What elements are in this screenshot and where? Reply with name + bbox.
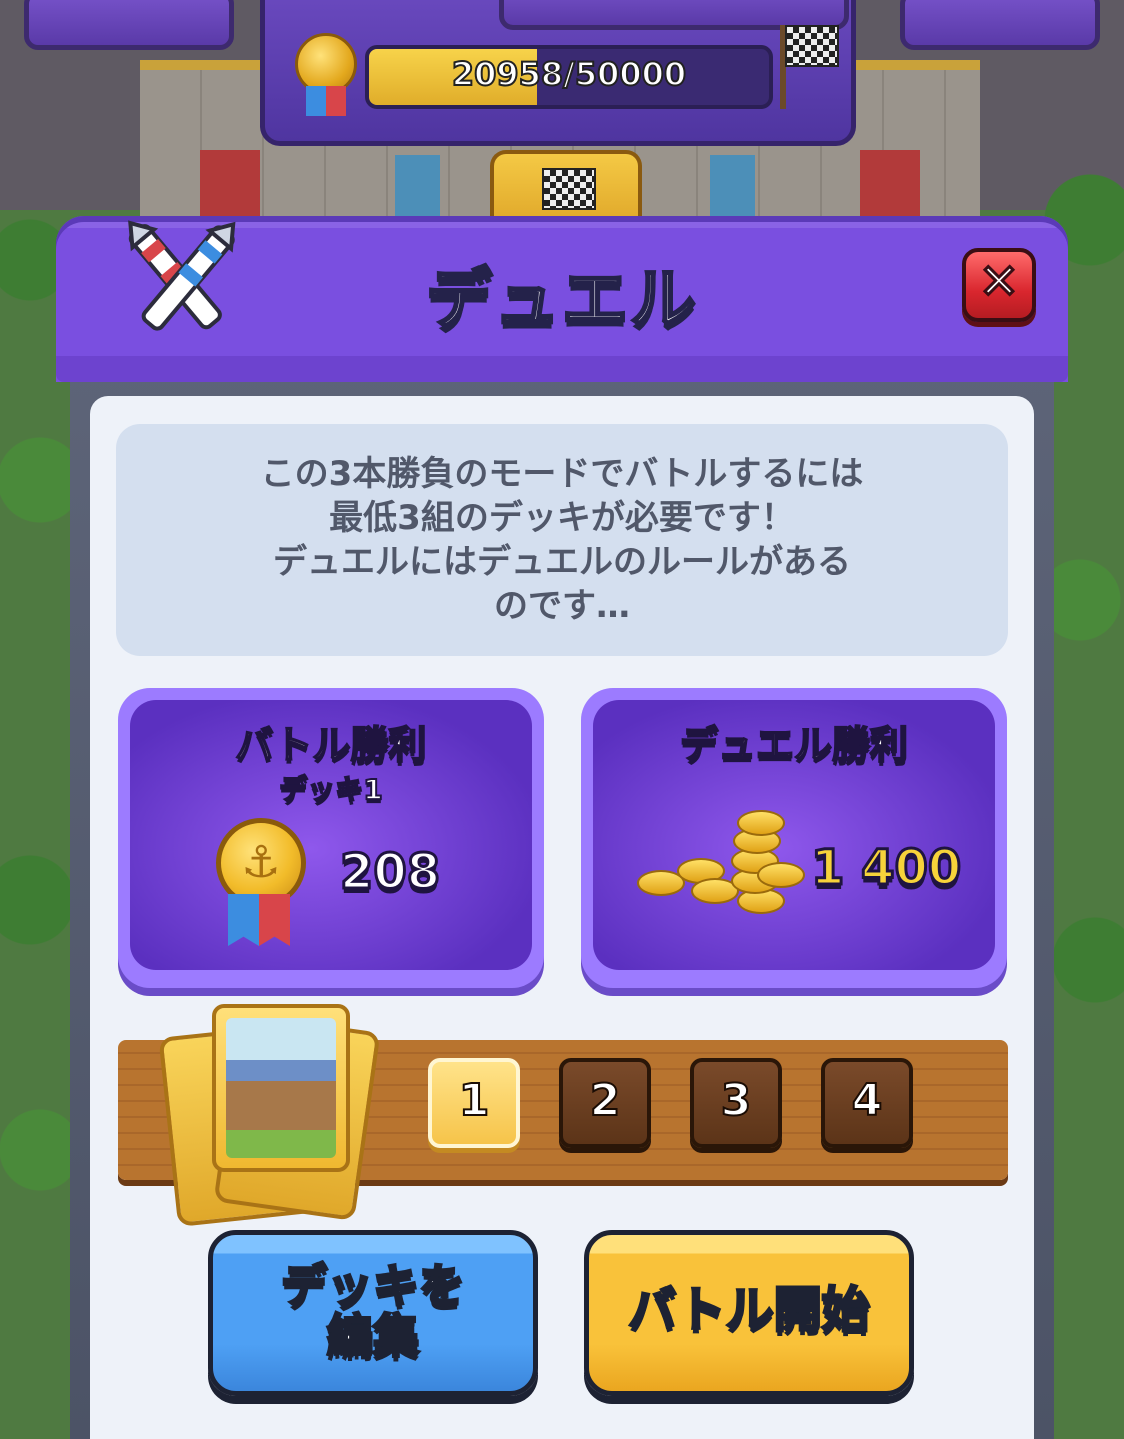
ribbon-icon <box>306 86 346 116</box>
top-left-button[interactable] <box>24 0 234 50</box>
deck-slot-2[interactable]: 2 <box>559 1058 651 1148</box>
edit-deck-label: デッキを 編集 <box>280 1259 467 1363</box>
battle-start-button[interactable]: バトル開始 <box>584 1230 914 1396</box>
deck-preview-card[interactable] <box>212 1004 350 1172</box>
medal-amount: 208 <box>338 843 441 902</box>
event-progress-panel: 20958/50000 <box>260 0 856 146</box>
deck-slot-4[interactable]: 4 <box>821 1058 913 1148</box>
gold-amount: 1 400 <box>809 839 962 898</box>
dialog-title: デュエル <box>425 260 698 340</box>
battle-start-label: バトル開始 <box>627 1282 871 1338</box>
finish-flag-tab <box>490 150 642 224</box>
coin-icon <box>757 862 805 888</box>
coin-icon <box>737 810 785 836</box>
top-right-button[interactable] <box>900 0 1100 50</box>
progress-bar: 20958/50000 <box>365 45 773 109</box>
medal-icon <box>295 33 357 116</box>
deck-slot-3[interactable]: 3 <box>690 1058 782 1148</box>
battle-win-reward-card: バトル勝利 デッキ1 208 <box>118 688 544 988</box>
edit-deck-button[interactable]: デッキを 編集 <box>208 1230 538 1396</box>
ribbon-icon <box>228 894 290 946</box>
duel-win-reward-card: デュエル勝利 1 400 <box>581 688 1007 988</box>
deck-label: デッキ1 <box>278 772 383 807</box>
duel-win-title: デュエル勝利 <box>679 722 909 768</box>
info-text: この3本勝負のモードでバトルするには 最低3組のデッキが必要です！ デュエルには… <box>260 454 864 626</box>
barbarian-hut-card-art <box>226 1018 336 1158</box>
battle-win-title: バトル勝利 <box>234 722 427 768</box>
info-box: この3本勝負のモードでバトルするには 最低3組のデッキが必要です！ デュエルには… <box>116 424 1008 656</box>
progress-text: 20958/50000 <box>451 54 687 94</box>
deck-slot-1[interactable]: 1 <box>428 1058 520 1148</box>
checkered-flag-icon <box>542 168 596 210</box>
checkered-flag-icon <box>785 25 839 67</box>
